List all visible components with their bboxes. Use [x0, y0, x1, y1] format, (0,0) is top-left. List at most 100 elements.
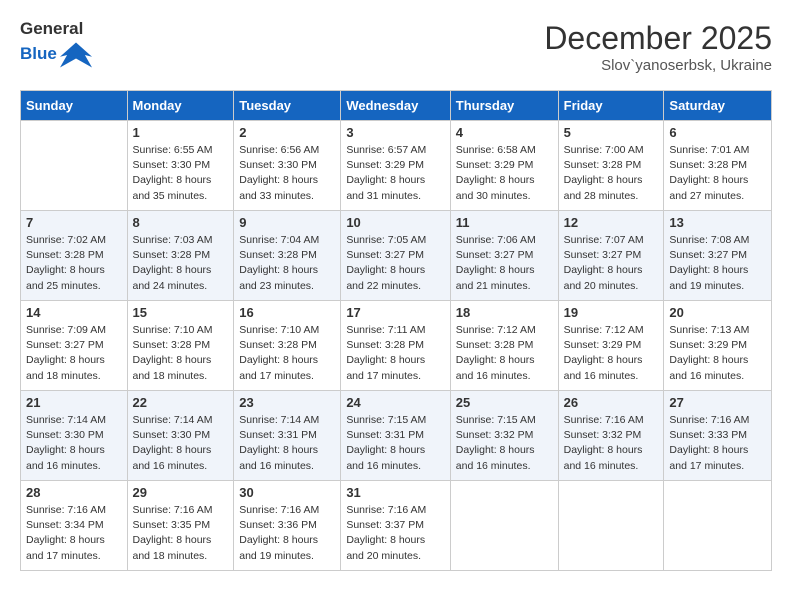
day-cell: 10 Sunrise: 7:05 AM Sunset: 3:27 PM Dayli…: [341, 211, 450, 301]
day-cell: 5 Sunrise: 7:00 AM Sunset: 3:28 PM Daylig…: [558, 121, 664, 211]
day-number: 13: [669, 215, 766, 230]
day-number: 2: [239, 125, 335, 140]
day-number: 22: [133, 395, 229, 410]
day-info: Sunrise: 7:12 AM Sunset: 3:28 PM Dayligh…: [456, 323, 553, 384]
logo-general: General: [20, 20, 92, 39]
day-info: Sunrise: 7:05 AM Sunset: 3:27 PM Dayligh…: [346, 233, 444, 294]
day-info: Sunrise: 7:14 AM Sunset: 3:31 PM Dayligh…: [239, 413, 335, 474]
day-number: 14: [26, 305, 122, 320]
weekday-header-tuesday: Tuesday: [234, 91, 341, 121]
day-info: Sunrise: 7:15 AM Sunset: 3:32 PM Dayligh…: [456, 413, 553, 474]
day-info: Sunrise: 7:07 AM Sunset: 3:27 PM Dayligh…: [564, 233, 659, 294]
day-info: Sunrise: 7:06 AM Sunset: 3:27 PM Dayligh…: [456, 233, 553, 294]
title-block: December 2025 Slov`yanoserbsk, Ukraine: [544, 20, 772, 74]
week-row-2: 7Sunrise: 7:02 AM Sunset: 3:28 PM Daylig…: [21, 211, 772, 301]
weekday-header-wednesday: Wednesday: [341, 91, 450, 121]
day-number: 4: [456, 125, 553, 140]
day-cell: 21Sunrise: 7:14 AM Sunset: 3:30 PM Dayli…: [21, 391, 128, 481]
day-cell: 9Sunrise: 7:04 AM Sunset: 3:28 PM Daylig…: [234, 211, 341, 301]
day-number: 29: [133, 485, 229, 500]
day-number: 10: [346, 215, 444, 230]
week-row-4: 21 Sunrise: 7:14 AM Sunset: 3:30 PM Dayli…: [21, 391, 772, 481]
day-cell: [558, 481, 664, 571]
calendar-table: SundayMondayTuesdayWednesdayThursdayFrid…: [20, 90, 772, 571]
day-cell: 4 Sunrise: 6:58 AM Sunset: 3:29 PM Daylig…: [450, 121, 558, 211]
day-cell: 17Sunrise: 7:11 AM Sunset: 3:28 PM Dayli…: [341, 301, 450, 391]
day-cell: 16Sunrise: 7:10 AM Sunset: 3:28 PM Dayli…: [234, 301, 341, 391]
day-info: Sunrise: 6:58 AM Sunset: 3:29 PM Dayligh…: [456, 143, 553, 204]
day-info: Sunrise: 7:12 AM Sunset: 3:29 PM Dayligh…: [564, 323, 659, 384]
day-cell: 24 Sunrise: 7:15 AM Sunset: 3:31 PM Dayli…: [341, 391, 450, 481]
logo: General Blue: [20, 20, 92, 71]
day-info: Sunrise: 7:00 AM Sunset: 3:28 PM Dayligh…: [564, 143, 659, 204]
day-cell: 18 Sunrise: 7:12 AM Sunset: 3:28 PM Dayli…: [450, 301, 558, 391]
day-cell: 1 Sunrise: 6:55 AM Sunset: 3:30 PM Daylig…: [127, 121, 234, 211]
day-cell: [21, 121, 128, 211]
location-subtitle: Slov`yanoserbsk, Ukraine: [544, 57, 772, 74]
day-info: Sunrise: 7:03 AM Sunset: 3:28 PM Dayligh…: [133, 233, 229, 294]
day-info: Sunrise: 7:14 AM Sunset: 3:30 PM Dayligh…: [133, 413, 229, 474]
day-number: 21: [26, 395, 122, 410]
day-info: Sunrise: 7:16 AM Sunset: 3:32 PM Dayligh…: [564, 413, 659, 474]
day-number: 8: [133, 215, 229, 230]
day-number: 25: [456, 395, 553, 410]
day-cell: 26 Sunrise: 7:16 AM Sunset: 3:32 PM Dayli…: [558, 391, 664, 481]
month-title: December 2025: [544, 20, 772, 57]
page-header: General Blue December 2025 Slov`yanoserb…: [20, 20, 772, 74]
day-cell: 23Sunrise: 7:14 AM Sunset: 3:31 PM Dayli…: [234, 391, 341, 481]
day-number: 18: [456, 305, 553, 320]
day-info: Sunrise: 7:09 AM Sunset: 3:27 PM Dayligh…: [26, 323, 122, 384]
day-info: Sunrise: 7:16 AM Sunset: 3:35 PM Dayligh…: [133, 503, 229, 564]
day-number: 26: [564, 395, 659, 410]
day-cell: [664, 481, 772, 571]
day-info: Sunrise: 7:08 AM Sunset: 3:27 PM Dayligh…: [669, 233, 766, 294]
day-cell: 2Sunrise: 6:56 AM Sunset: 3:30 PM Daylig…: [234, 121, 341, 211]
day-number: 20: [669, 305, 766, 320]
day-info: Sunrise: 6:55 AM Sunset: 3:30 PM Dayligh…: [133, 143, 229, 204]
day-cell: 29 Sunrise: 7:16 AM Sunset: 3:35 PM Dayli…: [127, 481, 234, 571]
day-cell: 3 Sunrise: 6:57 AM Sunset: 3:29 PM Daylig…: [341, 121, 450, 211]
day-number: 24: [346, 395, 444, 410]
day-number: 31: [346, 485, 444, 500]
day-number: 1: [133, 125, 229, 140]
day-number: 11: [456, 215, 553, 230]
day-cell: 27 Sunrise: 7:16 AM Sunset: 3:33 PM Dayli…: [664, 391, 772, 481]
day-number: 3: [346, 125, 444, 140]
day-number: 28: [26, 485, 122, 500]
week-row-3: 14 Sunrise: 7:09 AM Sunset: 3:27 PM Dayli…: [21, 301, 772, 391]
day-number: 5: [564, 125, 659, 140]
day-info: Sunrise: 7:16 AM Sunset: 3:37 PM Dayligh…: [346, 503, 444, 564]
weekday-header-saturday: Saturday: [664, 91, 772, 121]
day-number: 12: [564, 215, 659, 230]
day-cell: 30 Sunrise: 7:16 AM Sunset: 3:36 PM Dayli…: [234, 481, 341, 571]
day-cell: 6 Sunrise: 7:01 AM Sunset: 3:28 PM Daylig…: [664, 121, 772, 211]
day-cell: 28Sunrise: 7:16 AM Sunset: 3:34 PM Dayli…: [21, 481, 128, 571]
day-info: Sunrise: 7:15 AM Sunset: 3:31 PM Dayligh…: [346, 413, 444, 474]
weekday-header-monday: Monday: [127, 91, 234, 121]
day-info: Sunrise: 7:16 AM Sunset: 3:33 PM Dayligh…: [669, 413, 766, 474]
day-cell: 31 Sunrise: 7:16 AM Sunset: 3:37 PM Dayli…: [341, 481, 450, 571]
day-number: 27: [669, 395, 766, 410]
day-number: 6: [669, 125, 766, 140]
day-info: Sunrise: 7:02 AM Sunset: 3:28 PM Dayligh…: [26, 233, 122, 294]
day-cell: 22 Sunrise: 7:14 AM Sunset: 3:30 PM Dayli…: [127, 391, 234, 481]
day-number: 30: [239, 485, 335, 500]
day-number: 15: [133, 305, 229, 320]
day-info: Sunrise: 7:04 AM Sunset: 3:28 PM Dayligh…: [239, 233, 335, 294]
day-cell: 20Sunrise: 7:13 AM Sunset: 3:29 PM Dayli…: [664, 301, 772, 391]
week-row-1: 1 Sunrise: 6:55 AM Sunset: 3:30 PM Daylig…: [21, 121, 772, 211]
day-number: 19: [564, 305, 659, 320]
weekday-header-friday: Friday: [558, 91, 664, 121]
day-cell: 14 Sunrise: 7:09 AM Sunset: 3:27 PM Dayli…: [21, 301, 128, 391]
day-info: Sunrise: 6:57 AM Sunset: 3:29 PM Dayligh…: [346, 143, 444, 204]
day-cell: 11 Sunrise: 7:06 AM Sunset: 3:27 PM Dayli…: [450, 211, 558, 301]
logo-bird-icon: [60, 39, 92, 71]
day-cell: 8 Sunrise: 7:03 AM Sunset: 3:28 PM Daylig…: [127, 211, 234, 301]
weekday-header-row: SundayMondayTuesdayWednesdayThursdayFrid…: [21, 91, 772, 121]
day-info: Sunrise: 7:01 AM Sunset: 3:28 PM Dayligh…: [669, 143, 766, 204]
day-cell: 15Sunrise: 7:10 AM Sunset: 3:28 PM Dayli…: [127, 301, 234, 391]
day-number: 17: [346, 305, 444, 320]
day-info: Sunrise: 7:16 AM Sunset: 3:36 PM Dayligh…: [239, 503, 335, 564]
day-number: 16: [239, 305, 335, 320]
day-cell: 19 Sunrise: 7:12 AM Sunset: 3:29 PM Dayli…: [558, 301, 664, 391]
